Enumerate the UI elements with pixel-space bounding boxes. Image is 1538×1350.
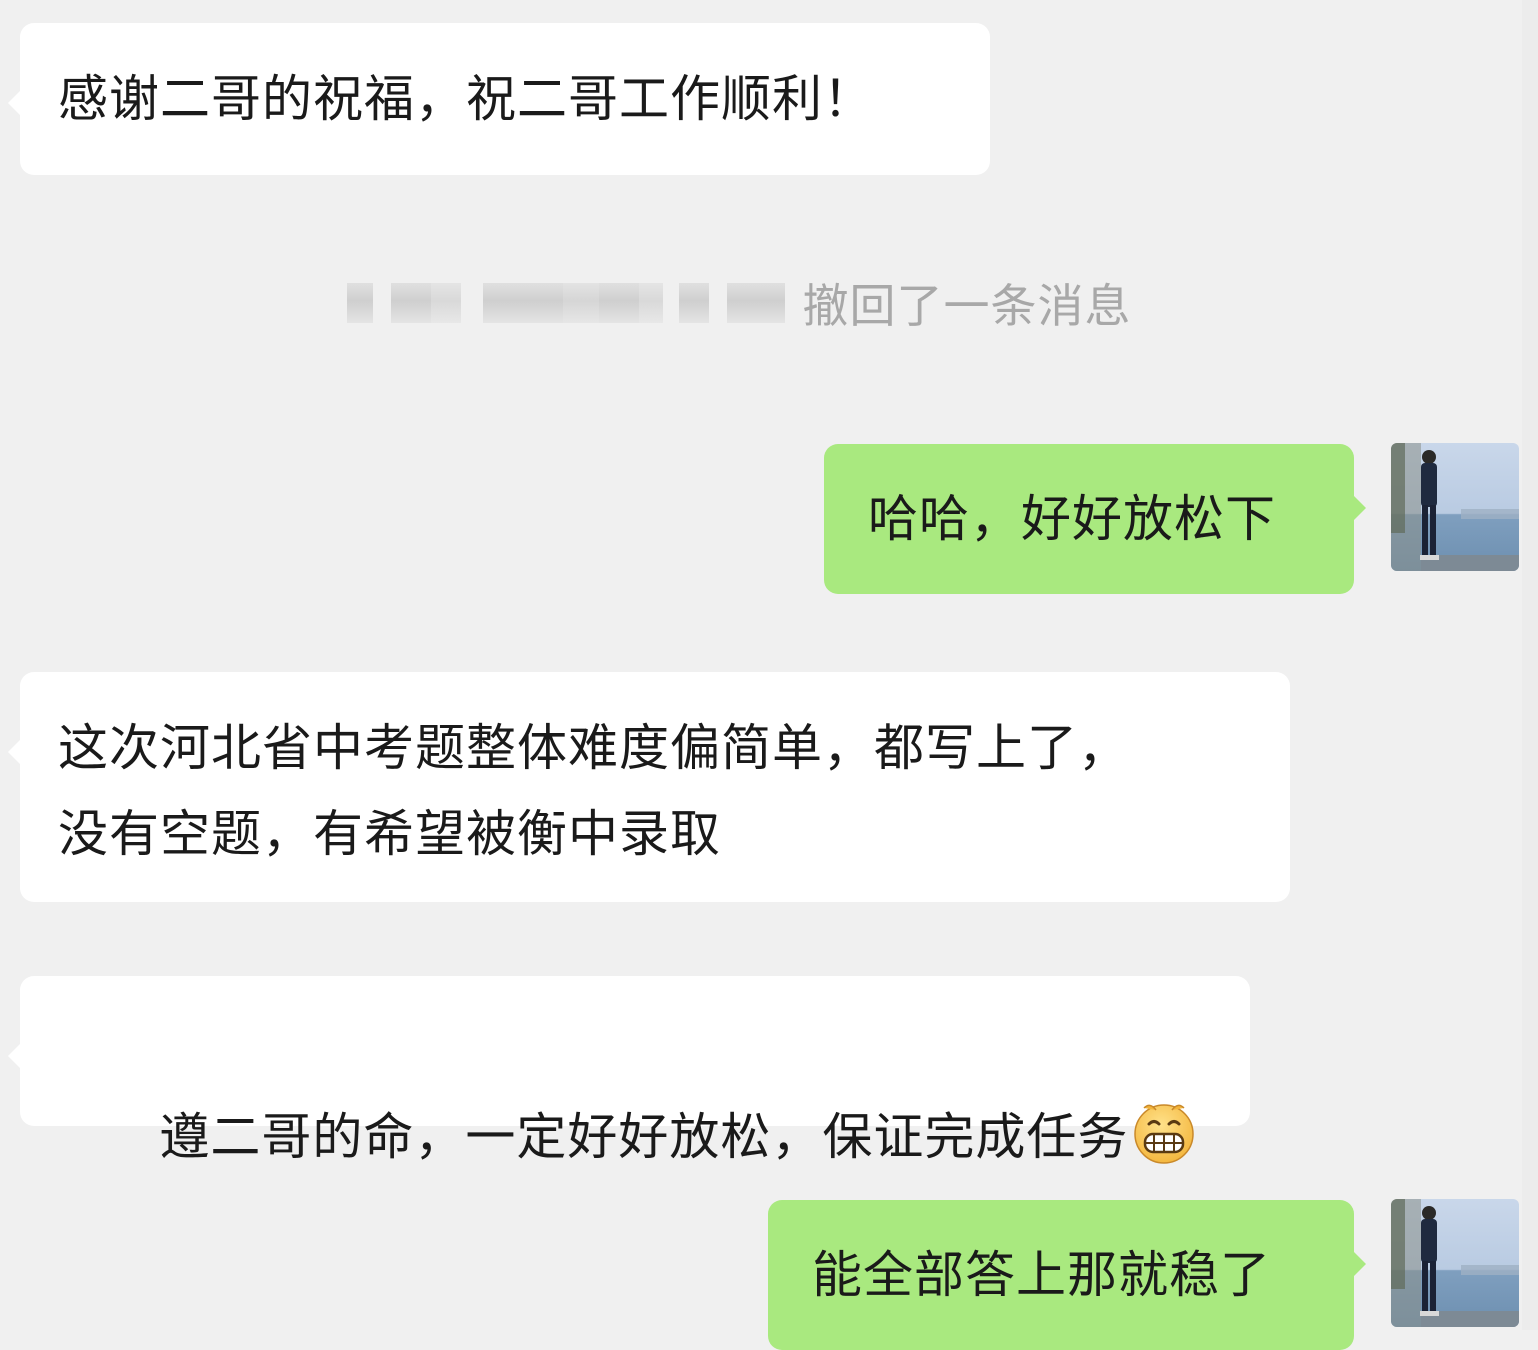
- message-text: 这次河北省中考题整体难度偏简单，都写上了， 没有空题，有希望被衡中录取: [58, 719, 1129, 863]
- message-text: 感谢二哥的祝福，祝二哥工作顺利！: [58, 70, 874, 128]
- message-bubble-outgoing[interactable]: 能全部答上那就稳了: [768, 1200, 1366, 1350]
- message-bubble-incoming[interactable]: 感谢二哥的祝福，祝二哥工作顺利！: [8, 23, 990, 175]
- scrollbar-track[interactable]: [1522, 0, 1538, 1330]
- avatar-photo-icon: [1391, 443, 1519, 571]
- message-bubble-incoming[interactable]: 这次河北省中考题整体难度偏简单，都写上了， 没有空题，有希望被衡中录取: [8, 672, 1290, 902]
- message-bubble-incoming[interactable]: 遵二哥的命，一定好好放松，保证完成任务: [8, 976, 1250, 1166]
- user-avatar[interactable]: [1391, 443, 1519, 571]
- recall-notice: 撤回了一条消息: [0, 270, 1538, 340]
- avatar-photo-icon: [1391, 1199, 1519, 1327]
- blurred-username: [346, 281, 785, 325]
- message-text: 哈哈，好好放松下: [868, 490, 1276, 548]
- message-text: 能全部答上那就稳了: [812, 1246, 1271, 1304]
- recall-notice-text: 撤回了一条消息: [802, 279, 1132, 333]
- user-avatar[interactable]: [1391, 1199, 1519, 1327]
- chat-message-list[interactable]: 感谢二哥的祝福，祝二哥工作顺利！ 撤回了一条消息 哈哈，好好放松下 这次河北省中…: [0, 0, 1538, 1350]
- message-text-content: 遵二哥的命，一定好好放松，保证完成任务: [159, 1108, 1129, 1166]
- grinning-face-emoji-icon: [1134, 1104, 1195, 1164]
- message-bubble-outgoing[interactable]: 哈哈，好好放松下: [824, 444, 1366, 594]
